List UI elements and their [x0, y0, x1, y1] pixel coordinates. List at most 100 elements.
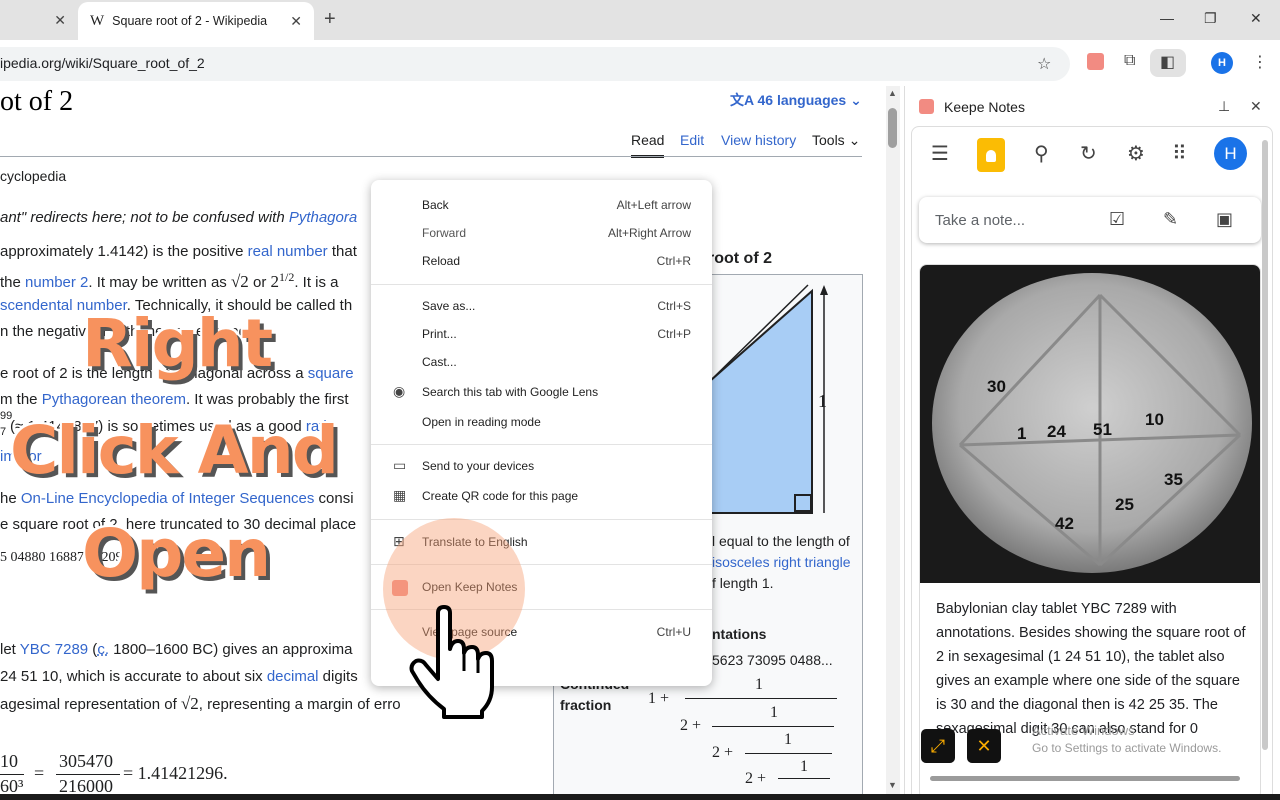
menu-item-print[interactable]: Print... Ctrl+P — [371, 321, 712, 349]
menu-item-cast[interactable]: Cast... — [371, 349, 712, 377]
tab-square-root-of-2[interactable]: W Square root of 2 - Wikipedia ✕ — [78, 2, 314, 40]
tablet-number: 42 — [1055, 514, 1074, 533]
os-taskbar — [0, 794, 1280, 800]
eq-result: = 1.41421296. — [123, 763, 228, 783]
menu-item-send-to-devices[interactable]: ▭ Send to your devices — [371, 453, 712, 481]
pen-icon[interactable]: ✎ — [1163, 209, 1178, 230]
tablet-number: 35 — [1164, 470, 1183, 489]
side-panel-icon[interactable]: ◧ — [1160, 52, 1175, 72]
google-lens-icon: ◉ — [393, 383, 406, 399]
dismiss-icon[interactable]: ✕ — [967, 729, 1001, 763]
eq-bar-2 — [56, 774, 120, 775]
cf-term: 2 + — [712, 744, 734, 761]
menu-item-forward[interactable]: Forward Alt+Right Arrow — [371, 220, 712, 248]
side-panel-scrollbar[interactable] — [1262, 140, 1268, 750]
note-text: Babylonian clay tablet YBC 7289 with ann… — [936, 601, 1246, 737]
tab-view-history[interactable]: View history — [721, 132, 796, 148]
hatnote-link[interactable]: Pythagora — [289, 209, 357, 226]
tab-read[interactable]: Read — [631, 132, 665, 158]
menu-divider — [371, 284, 712, 285]
unpin-icon[interactable]: ⊥ — [1218, 98, 1230, 115]
square-link[interactable]: square — [308, 365, 354, 382]
scroll-down-icon[interactable]: ▼ — [888, 780, 897, 790]
checkbox-list-icon[interactable]: ☑ — [1109, 209, 1125, 230]
eq-num-2: 305470 — [59, 751, 113, 771]
open-in-new-icon[interactable]: ⤢ — [921, 729, 955, 763]
tablet-number: 51 — [1093, 420, 1112, 439]
devices-icon: ▭ — [393, 457, 407, 473]
cf-bar — [778, 778, 830, 779]
note-card[interactable]: 30 1 24 51 10 35 25 42 Babylonian clay t… — [919, 264, 1261, 800]
apps-grid-icon[interactable]: ⠿ — [1172, 141, 1187, 166]
number-2-link[interactable]: number 2 — [25, 274, 88, 291]
side-panel-horizontal-scrollbar[interactable] — [930, 776, 1240, 781]
menu-divider — [371, 444, 712, 445]
tools-menu[interactable]: Tools ⌄ — [812, 132, 860, 149]
minimize-icon[interactable]: — — [1160, 10, 1174, 26]
cf-bar — [685, 698, 837, 699]
close-tab-icon[interactable]: ✕ — [54, 12, 66, 29]
cf-term: 1 + — [648, 690, 670, 707]
window-close-icon[interactable]: ✕ — [1250, 10, 1262, 27]
tab-edit[interactable]: Edit — [680, 132, 704, 148]
close-tab-icon[interactable]: ✕ — [290, 13, 302, 30]
refresh-icon[interactable]: ↻ — [1080, 141, 1097, 166]
qr-code-icon: ▦ — [393, 487, 407, 503]
paragraph-line: agesimal representation of √2, represent… — [0, 694, 401, 713]
paragraph-line: 24 51 10, which is accurate to about six… — [0, 668, 358, 685]
overlay-text-line-1: Right — [82, 305, 273, 382]
ybc-7289-link[interactable]: YBC 7289 — [20, 641, 88, 658]
tab-previous[interactable]: ✕ — [0, 0, 76, 40]
take-note-input[interactable]: Take a note... ☑ ✎ ▣ — [919, 197, 1261, 243]
address-bar[interactable]: ipedia.org/wiki/Square_root_of_2 ☆ — [0, 47, 1070, 81]
tablet-number: 30 — [987, 377, 1006, 396]
extensions-puzzle-icon[interactable]: ⧉ — [1124, 52, 1135, 70]
browser-toolbar: ipedia.org/wiki/Square_root_of_2 ☆ ⧉ ◧ H… — [0, 40, 1280, 86]
activate-windows-subtitle: Go to Settings to activate Windows. — [1032, 741, 1222, 755]
menu-item-save-as[interactable]: Save as... Ctrl+S — [371, 293, 712, 321]
pythagorean-theorem-link[interactable]: Pythagorean theorem — [42, 391, 186, 408]
tab-title: Square root of 2 - Wikipedia — [112, 14, 268, 28]
menu-item-reload[interactable]: Reload Ctrl+R — [371, 248, 712, 276]
restore-icon[interactable]: ❐ — [1204, 10, 1217, 27]
tab-strip: ✕ W Square root of 2 - Wikipedia ✕ + — ❐… — [0, 0, 1280, 40]
screen: ✕ W Square root of 2 - Wikipedia ✕ + — ❐… — [0, 0, 1280, 800]
tablet-number: 1 — [1017, 424, 1027, 443]
eq-bar-1 — [0, 774, 24, 775]
bookmark-star-icon[interactable]: ☆ — [1037, 54, 1051, 74]
main-menu-icon[interactable]: ☰ — [931, 141, 949, 166]
scroll-up-icon[interactable]: ▲ — [888, 88, 897, 98]
settings-gear-icon[interactable]: ⚙ — [1127, 141, 1145, 166]
paragraph-line: m the Pythagorean theorem. It was probab… — [0, 391, 349, 408]
cf-term: 1 — [755, 676, 763, 693]
profile-avatar[interactable]: H — [1211, 52, 1233, 74]
translate-icon: 文A — [730, 92, 758, 108]
image-icon[interactable]: ▣ — [1216, 209, 1233, 230]
paragraph-line: the number 2. It may be written as √2 or… — [0, 270, 339, 291]
search-icon[interactable]: ⚲ — [1034, 141, 1049, 166]
menu-item-google-lens[interactable]: ◉ Search this tab with Google Lens — [371, 379, 712, 407]
paragraph-line: approximately 1.4142) is the positive re… — [0, 243, 357, 260]
keep-notes-extension-icon[interactable] — [1087, 53, 1104, 70]
infobox-caption: f length 1. — [712, 575, 774, 591]
cf-bar — [745, 753, 832, 754]
menu-item-qr-code[interactable]: ▦ Create QR code for this page — [371, 483, 712, 511]
menu-item-back[interactable]: Back Alt+Left arrow — [371, 192, 712, 220]
more-menu-icon[interactable]: ⋮ — [1252, 52, 1268, 72]
oeis-link[interactable]: On-Line Encyclopedia of Integer Sequence… — [21, 490, 315, 507]
page-scrollbar-thumb[interactable] — [888, 108, 897, 148]
profile-avatar[interactable]: H — [1214, 137, 1247, 170]
decimal-link[interactable]: decimal — [267, 668, 319, 685]
overlay-text-line-3: Open — [82, 515, 271, 592]
languages-button[interactable]: 文A 46 languages ⌄ — [730, 90, 862, 110]
real-number-link[interactable]: real number — [248, 243, 328, 260]
close-side-panel-icon[interactable]: ✕ — [1250, 98, 1262, 115]
isosceles-link[interactable]: isosceles right triangle — [712, 554, 851, 570]
page-scrollbar[interactable] — [886, 86, 900, 800]
menu-item-reading-mode[interactable]: Open in reading mode — [371, 409, 712, 437]
fraction-denominator: 7 — [0, 426, 7, 438]
paragraph-line: he On-Line Encyclopedia of Integer Seque… — [0, 490, 354, 507]
tablet-drawing — [932, 273, 1252, 573]
wikipedia-favicon-icon: W — [90, 12, 105, 29]
new-tab-button[interactable]: + — [324, 8, 336, 31]
